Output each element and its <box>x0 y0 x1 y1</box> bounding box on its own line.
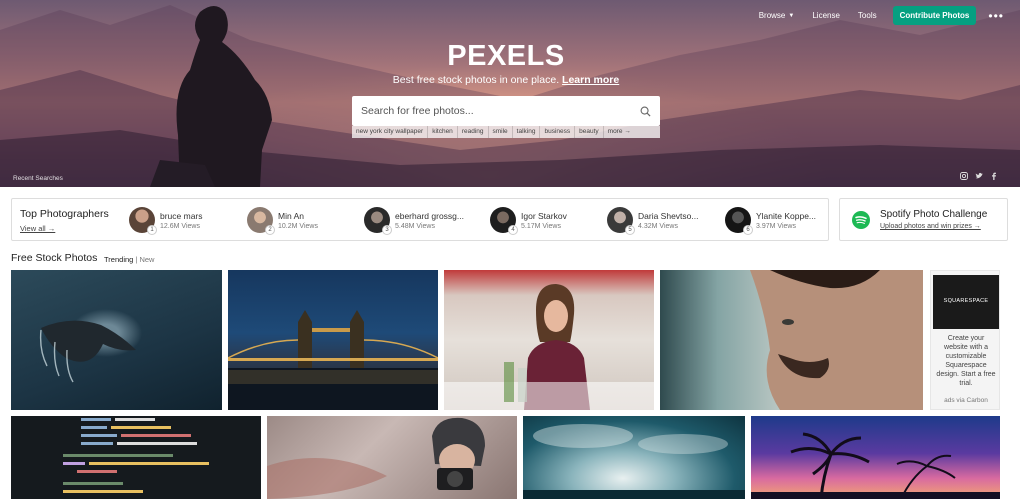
rank-badge: 1 <box>147 225 157 235</box>
avatar: 6 <box>725 207 753 235</box>
camera-girl-shape <box>267 417 485 499</box>
carbon-ad[interactable]: SQUARESPACE Create your website with a c… <box>930 270 1000 410</box>
clouds-shape <box>523 424 745 499</box>
avatar: 4 <box>490 207 518 235</box>
photo-code-screen[interactable] <box>11 416 261 499</box>
photographer-name: eberhard grossg... <box>395 210 464 221</box>
suggestion-tag[interactable]: smile <box>489 126 513 138</box>
suggestion-tag[interactable]: reading <box>458 126 489 138</box>
social-links <box>960 172 998 180</box>
learn-more-link[interactable]: Learn more <box>562 74 619 86</box>
photographer-views: 4.32M Views <box>638 222 678 230</box>
avatar: 1 <box>129 207 157 235</box>
nav-browse-label: Browse <box>758 11 786 20</box>
photographer-item[interactable]: 3 eberhard grossg... 5.48M Views <box>364 207 464 235</box>
tower-bridge-shape <box>228 310 438 410</box>
avatar: 5 <box>607 207 635 235</box>
nav-tools[interactable]: Tools <box>858 11 877 20</box>
rank-badge: 4 <box>508 225 518 235</box>
chevron-down-icon: ▼ <box>788 12 795 19</box>
woman-shape <box>444 284 654 410</box>
photo-tower-bridge[interactable] <box>228 270 438 410</box>
photo-woman-with-phone[interactable] <box>444 270 654 410</box>
facebook-icon[interactable] <box>990 172 998 180</box>
tab-new[interactable]: New <box>139 255 154 264</box>
spotify-upload-link[interactable]: Upload photos and win prizes → <box>880 223 981 230</box>
photographer-name: Igor Starkov <box>521 210 567 221</box>
photographer-name: Ylanite Koppe... <box>756 210 817 221</box>
search-box[interactable]: Search for free photos... <box>352 96 660 126</box>
photo-palm-beach[interactable] <box>751 416 1000 499</box>
photo-whale-tail[interactable] <box>11 270 222 410</box>
nav-browse[interactable]: Browse ▼ <box>759 11 795 20</box>
photographer-item[interactable]: 5 Daria Shevtso... 4.32M Views <box>607 207 699 235</box>
photographer-item[interactable]: 6 Ylanite Koppe... 3.97M Views <box>725 207 817 235</box>
suggestion-tag[interactable]: business <box>540 126 576 138</box>
avatar: 3 <box>364 207 392 235</box>
photographer-item[interactable]: 1 bruce mars 12.6M Views <box>129 207 203 235</box>
man-face-shape <box>750 270 923 410</box>
photo-man-portrait[interactable] <box>660 270 923 410</box>
tab-trending[interactable]: Trending <box>104 255 133 264</box>
more-menu-icon[interactable]: ••• <box>988 9 1004 23</box>
section-tabs: Trending | New <box>104 255 154 264</box>
tagline-text: Best free stock photos in one place. <box>392 74 560 86</box>
spotify-challenge-card[interactable]: Spotify Photo Challenge Upload photos an… <box>839 198 1008 241</box>
hero-banner: Browse ▼ License Tools Contribute Photos… <box>0 0 1020 187</box>
contribute-photos-button[interactable]: Contribute Photos <box>892 6 977 25</box>
whale-tail-shape <box>39 320 136 383</box>
code-lines <box>63 418 209 493</box>
suggestion-more[interactable]: more → <box>604 126 635 138</box>
top-photographers-title: Top Photographers <box>20 208 109 220</box>
rank-badge: 5 <box>625 225 635 235</box>
avatar: 2 <box>247 207 275 235</box>
photographer-item[interactable]: 2 Min An 10.2M Views <box>247 207 318 235</box>
ad-attribution[interactable]: ads via Carbon <box>935 397 997 404</box>
photographer-name: Daria Shevtso... <box>638 210 699 221</box>
section-title: Free Stock Photos <box>11 252 98 264</box>
photographer-views: 12.6M Views <box>160 222 200 230</box>
suggestion-tag[interactable]: beauty <box>575 126 604 138</box>
top-photographers-bar: Top Photographers View all → 1 bruce mar… <box>11 198 829 241</box>
search-input[interactable]: Search for free photos... <box>361 105 640 117</box>
nav-license[interactable]: License <box>812 11 840 20</box>
rank-badge: 6 <box>743 225 753 235</box>
view-all-link[interactable]: View all → <box>20 224 55 233</box>
photo-cloudy-sky[interactable] <box>523 416 745 499</box>
spotify-icon <box>852 211 870 229</box>
photographer-item[interactable]: 4 Igor Starkov 5.17M Views <box>490 207 567 235</box>
photographer-views: 3.97M Views <box>756 222 796 230</box>
site-logo[interactable]: PEXELS <box>0 40 1012 73</box>
photographer-name: Min An <box>278 210 304 221</box>
squarespace-logo: SQUARESPACE <box>943 298 989 304</box>
suggestion-tag[interactable]: talking <box>513 126 541 138</box>
rank-badge: 2 <box>265 225 275 235</box>
suggestion-tag[interactable]: kitchen <box>428 126 458 138</box>
tab-separator: | <box>135 255 138 264</box>
palm-tree-shape <box>751 432 1000 499</box>
search-icon[interactable] <box>640 106 651 117</box>
hero-tagline: Best free stock photos in one place. Lea… <box>0 74 1012 86</box>
photographer-views: 5.17M Views <box>521 222 561 230</box>
suggestion-tag[interactable]: new york city wallpaper <box>352 126 429 138</box>
rank-badge: 3 <box>382 225 392 235</box>
hero-background-image <box>0 5 1020 187</box>
photographer-views: 5.48M Views <box>395 222 435 230</box>
photographer-name: bruce mars <box>160 210 203 221</box>
ad-text: Create your website with a customizable … <box>936 335 996 387</box>
instagram-icon[interactable] <box>960 172 968 180</box>
recent-searches-label[interactable]: Recent Searches <box>13 175 63 182</box>
search-suggestions: new york city wallpaper kitchen reading … <box>352 126 660 138</box>
spotify-title: Spotify Photo Challenge <box>880 209 988 220</box>
photographer-views: 10.2M Views <box>278 222 318 230</box>
top-nav: Browse ▼ License Tools Contribute Photos… <box>741 6 1004 25</box>
twitter-icon[interactable] <box>975 172 983 180</box>
photo-camera-girl[interactable] <box>267 416 517 499</box>
